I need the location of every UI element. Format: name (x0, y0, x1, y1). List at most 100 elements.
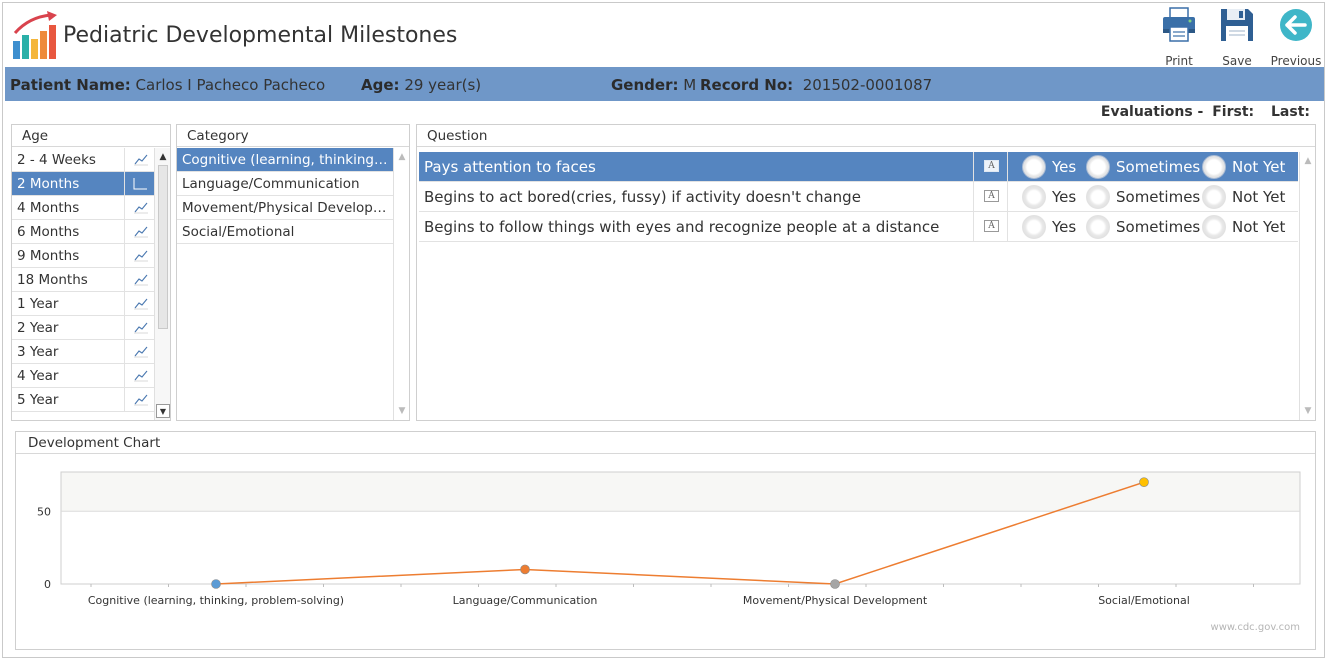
patient-info-bar: Patient Name: Carlos I Pacheco Pacheco A… (5, 67, 1324, 101)
printer-icon (1163, 7, 1195, 42)
trend-chart-icon[interactable] (124, 220, 154, 243)
note-cell[interactable]: A (973, 182, 1008, 211)
option-not-yet-radio[interactable]: Not Yet (1202, 155, 1285, 179)
radio-icon[interactable] (1022, 185, 1046, 209)
patient-name-label: Patient Name: (10, 76, 131, 94)
option-not-yet-radio[interactable]: Not Yet (1202, 215, 1285, 239)
previous-label: Previous (1270, 54, 1322, 68)
age-item[interactable]: 4 Months (12, 196, 154, 220)
trend-chart-icon[interactable] (124, 364, 154, 387)
category-item[interactable]: Social/Emotional (177, 220, 393, 244)
back-arrow-icon (1280, 9, 1312, 41)
option-label: Not Yet (1232, 218, 1286, 236)
option-sometimes-radio[interactable]: Sometimes (1086, 215, 1200, 239)
note-icon[interactable]: A (984, 220, 999, 232)
age-item[interactable]: 1 Year (12, 292, 154, 316)
y-tick-label: 0 (44, 578, 51, 591)
radio-icon[interactable] (1022, 155, 1046, 179)
category-item[interactable]: Movement/Physical Development (177, 196, 393, 220)
patient-record-value: 201502-0001087 (802, 76, 933, 94)
data-point[interactable] (520, 564, 530, 575)
option-sometimes-radio[interactable]: Sometimes (1086, 155, 1200, 179)
option-label: Yes (1052, 218, 1077, 236)
data-point[interactable] (1139, 477, 1149, 487)
age-item-label: 3 Year (17, 344, 59, 360)
patient-record: Record No: 201502-0001087 (700, 76, 932, 94)
app-window: Pediatric Developmental Milestones Print (2, 2, 1325, 658)
patient-name-value: Carlos I Pacheco Pacheco (135, 76, 326, 94)
age-item[interactable]: 2 Year (12, 316, 154, 340)
scroll-up-arrow-icon[interactable]: ▲ (395, 150, 409, 164)
print-label: Print (1165, 54, 1193, 68)
note-icon[interactable]: A (984, 190, 999, 202)
category-list-scrollbar[interactable]: ▲ ▼ (393, 148, 409, 420)
category-item[interactable]: Cognitive (learning, thinking, problem-s… (177, 148, 393, 172)
question-text: Begins to act bored(cries, fussy) if act… (424, 188, 861, 206)
age-item[interactable]: 4 Year (12, 364, 154, 388)
radio-icon[interactable] (1202, 215, 1226, 239)
trend-chart-icon[interactable] (124, 148, 154, 171)
data-point[interactable] (830, 579, 840, 589)
development-chart: 0 50 Cognitive (learning, thinking, proble… (37, 471, 1301, 633)
option-yes-radio[interactable]: Yes (1022, 185, 1076, 209)
option-yes-radio[interactable]: Yes (1022, 215, 1076, 239)
age-list: 2 - 4 Weeks 2 Months 4 Months 6 Months 9 Mon… (12, 148, 154, 412)
age-item-label: 6 Months (17, 224, 80, 240)
age-item[interactable]: 2 - 4 Weeks (12, 148, 154, 172)
save-button[interactable]: Save (1210, 7, 1264, 68)
age-item[interactable]: 18 Months (12, 268, 154, 292)
radio-icon[interactable] (1202, 155, 1226, 179)
radio-icon[interactable] (1202, 185, 1226, 209)
radio-icon[interactable] (1086, 155, 1110, 179)
trend-chart-icon[interactable] (124, 340, 154, 363)
evaluations-line: Evaluations - First: Last: (1089, 104, 1310, 120)
note-icon[interactable]: A (984, 160, 999, 172)
question-row[interactable]: Pays attention to faces A Yes Sometimes Not … (419, 152, 1298, 182)
trend-chart-icon[interactable] (124, 196, 154, 219)
option-label: Sometimes (1116, 188, 1201, 206)
data-point[interactable] (211, 579, 221, 589)
radio-icon[interactable] (1086, 215, 1110, 239)
scroll-down-arrow-icon[interactable]: ▼ (395, 404, 409, 418)
trend-chart-icon[interactable] (124, 388, 154, 411)
category-panel-header: Category (177, 125, 409, 147)
option-label: Not Yet (1232, 158, 1286, 176)
age-item[interactable]: 5 Year (12, 388, 154, 412)
age-item[interactable]: 9 Months (12, 244, 154, 268)
option-label: Yes (1052, 188, 1077, 206)
age-item[interactable]: 3 Year (12, 340, 154, 364)
scroll-up-arrow-icon[interactable]: ▲ (156, 150, 170, 164)
print-button[interactable]: Print (1152, 7, 1206, 68)
age-item[interactable]: 6 Months (12, 220, 154, 244)
age-item[interactable]: 2 Months (12, 172, 154, 196)
question-row[interactable]: Begins to follow things with eyes and re… (419, 212, 1298, 242)
age-list-scrollbar[interactable]: ▲ ▼ (154, 148, 170, 420)
trend-chart-icon[interactable] (124, 316, 154, 339)
option-yes-radio[interactable]: Yes (1022, 155, 1076, 179)
trend-chart-icon[interactable] (124, 244, 154, 267)
radio-icon[interactable] (1022, 215, 1046, 239)
category-item[interactable]: Language/Communication (177, 172, 393, 196)
floppy-disk-icon (1221, 9, 1253, 41)
scroll-up-arrow-icon[interactable]: ▲ (1301, 154, 1315, 168)
option-not-yet-radio[interactable]: Not Yet (1202, 185, 1285, 209)
note-cell[interactable]: A (973, 212, 1008, 241)
category-panel: Category Cognitive (learning, thinking, … (176, 124, 410, 421)
trend-chart-icon[interactable] (124, 172, 154, 195)
scroll-thumb[interactable] (158, 165, 168, 329)
scroll-down-arrow-icon[interactable]: ▼ (1301, 404, 1315, 418)
note-cell[interactable]: A (973, 152, 1008, 181)
chart-panel-header: Development Chart (16, 432, 1315, 454)
previous-button[interactable]: Previous (1267, 7, 1325, 68)
scroll-down-arrow-icon[interactable]: ▼ (156, 404, 170, 418)
option-sometimes-radio[interactable]: Sometimes (1086, 185, 1200, 209)
trend-chart-icon[interactable] (124, 268, 154, 291)
save-label: Save (1222, 54, 1252, 68)
trend-chart-icon[interactable] (124, 292, 154, 315)
age-item-label: 9 Months (17, 248, 80, 264)
question-row[interactable]: Begins to act bored(cries, fussy) if act… (419, 182, 1298, 212)
category-list: Cognitive (learning, thinking, problem-s… (177, 148, 393, 244)
age-item-label: 1 Year (17, 296, 59, 312)
question-list-scrollbar[interactable]: ▲ ▼ (1299, 152, 1315, 420)
radio-icon[interactable] (1086, 185, 1110, 209)
